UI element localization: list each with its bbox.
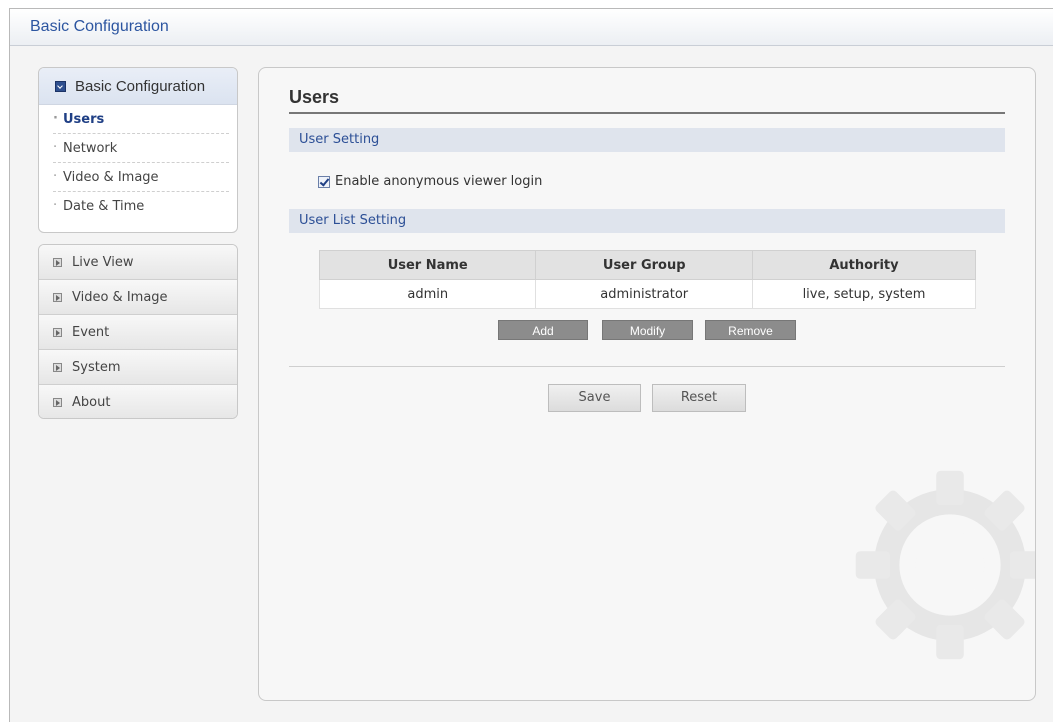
- main-panel: Users User Setting Enable anonymous view…: [258, 67, 1036, 701]
- expand-arrow-icon: [53, 327, 62, 337]
- menu-item-label: Event: [72, 324, 110, 340]
- page-title: Users: [289, 87, 1005, 114]
- top-bar: Basic Configuration: [10, 9, 1053, 46]
- reset-button[interactable]: Reset: [652, 384, 746, 412]
- cell-user-group: administrator: [535, 279, 753, 309]
- menu-item-label: Video & Image: [72, 289, 168, 305]
- expand-arrow-icon: [53, 362, 62, 372]
- add-button[interactable]: Add: [498, 320, 588, 340]
- anonymous-login-label: Enable anonymous viewer login: [335, 174, 543, 189]
- anonymous-login-checkbox[interactable]: [318, 175, 330, 188]
- table-row[interactable]: admin administrator live, setup, system: [318, 279, 977, 309]
- sidebar-menu: Live View Video & Image Event System Abo…: [38, 244, 238, 419]
- remove-button[interactable]: Remove: [705, 320, 796, 340]
- sidebar-item-network[interactable]: Network: [53, 134, 229, 163]
- app-frame: Basic Configuration Basic Configuration …: [9, 8, 1053, 722]
- cell-authority: live, setup, system: [751, 279, 977, 309]
- sidebar-group-header[interactable]: Basic Configuration: [39, 68, 237, 105]
- gear-watermark-icon: [855, 470, 1035, 660]
- menu-item-video-image[interactable]: Video & Image: [39, 280, 237, 315]
- section-user-list-setting: User List Setting: [289, 209, 1005, 233]
- section-user-setting: User Setting: [289, 128, 1005, 152]
- menu-item-system[interactable]: System: [39, 350, 237, 385]
- menu-item-label: Live View: [72, 254, 134, 270]
- sidebar-basic-configuration: Basic Configuration Users Network Video …: [38, 67, 238, 233]
- menu-item-label: About: [72, 394, 111, 410]
- expanded-icon: [55, 80, 66, 92]
- cell-user-name: admin: [318, 279, 537, 309]
- expand-arrow-icon: [53, 397, 62, 407]
- expand-arrow-icon: [53, 257, 62, 267]
- expand-arrow-icon: [53, 292, 62, 302]
- anonymous-login-row: Enable anonymous viewer login: [318, 174, 542, 189]
- sidebar-group-title: Basic Configuration: [75, 77, 206, 95]
- sidebar-item-date-time[interactable]: Date & Time: [53, 192, 229, 220]
- menu-item-event[interactable]: Event: [39, 315, 237, 350]
- modify-button[interactable]: Modify: [602, 320, 693, 340]
- save-button[interactable]: Save: [548, 384, 641, 412]
- menu-item-about[interactable]: About: [39, 385, 237, 418]
- table-header-row: User Name User Group Authority: [318, 250, 977, 280]
- column-header-user-group: User Group: [535, 250, 753, 280]
- page-header-title: Basic Configuration: [30, 18, 169, 35]
- column-header-authority: Authority: [751, 250, 977, 280]
- divider: [289, 366, 1005, 367]
- column-header-user-name: User Name: [318, 250, 537, 280]
- menu-item-live-view[interactable]: Live View: [39, 245, 237, 280]
- user-table: User Name User Group Authority admin adm…: [318, 250, 977, 309]
- sidebar-item-users[interactable]: Users: [53, 105, 229, 134]
- menu-item-label: System: [72, 359, 121, 375]
- sidebar-item-video-image[interactable]: Video & Image: [53, 163, 229, 192]
